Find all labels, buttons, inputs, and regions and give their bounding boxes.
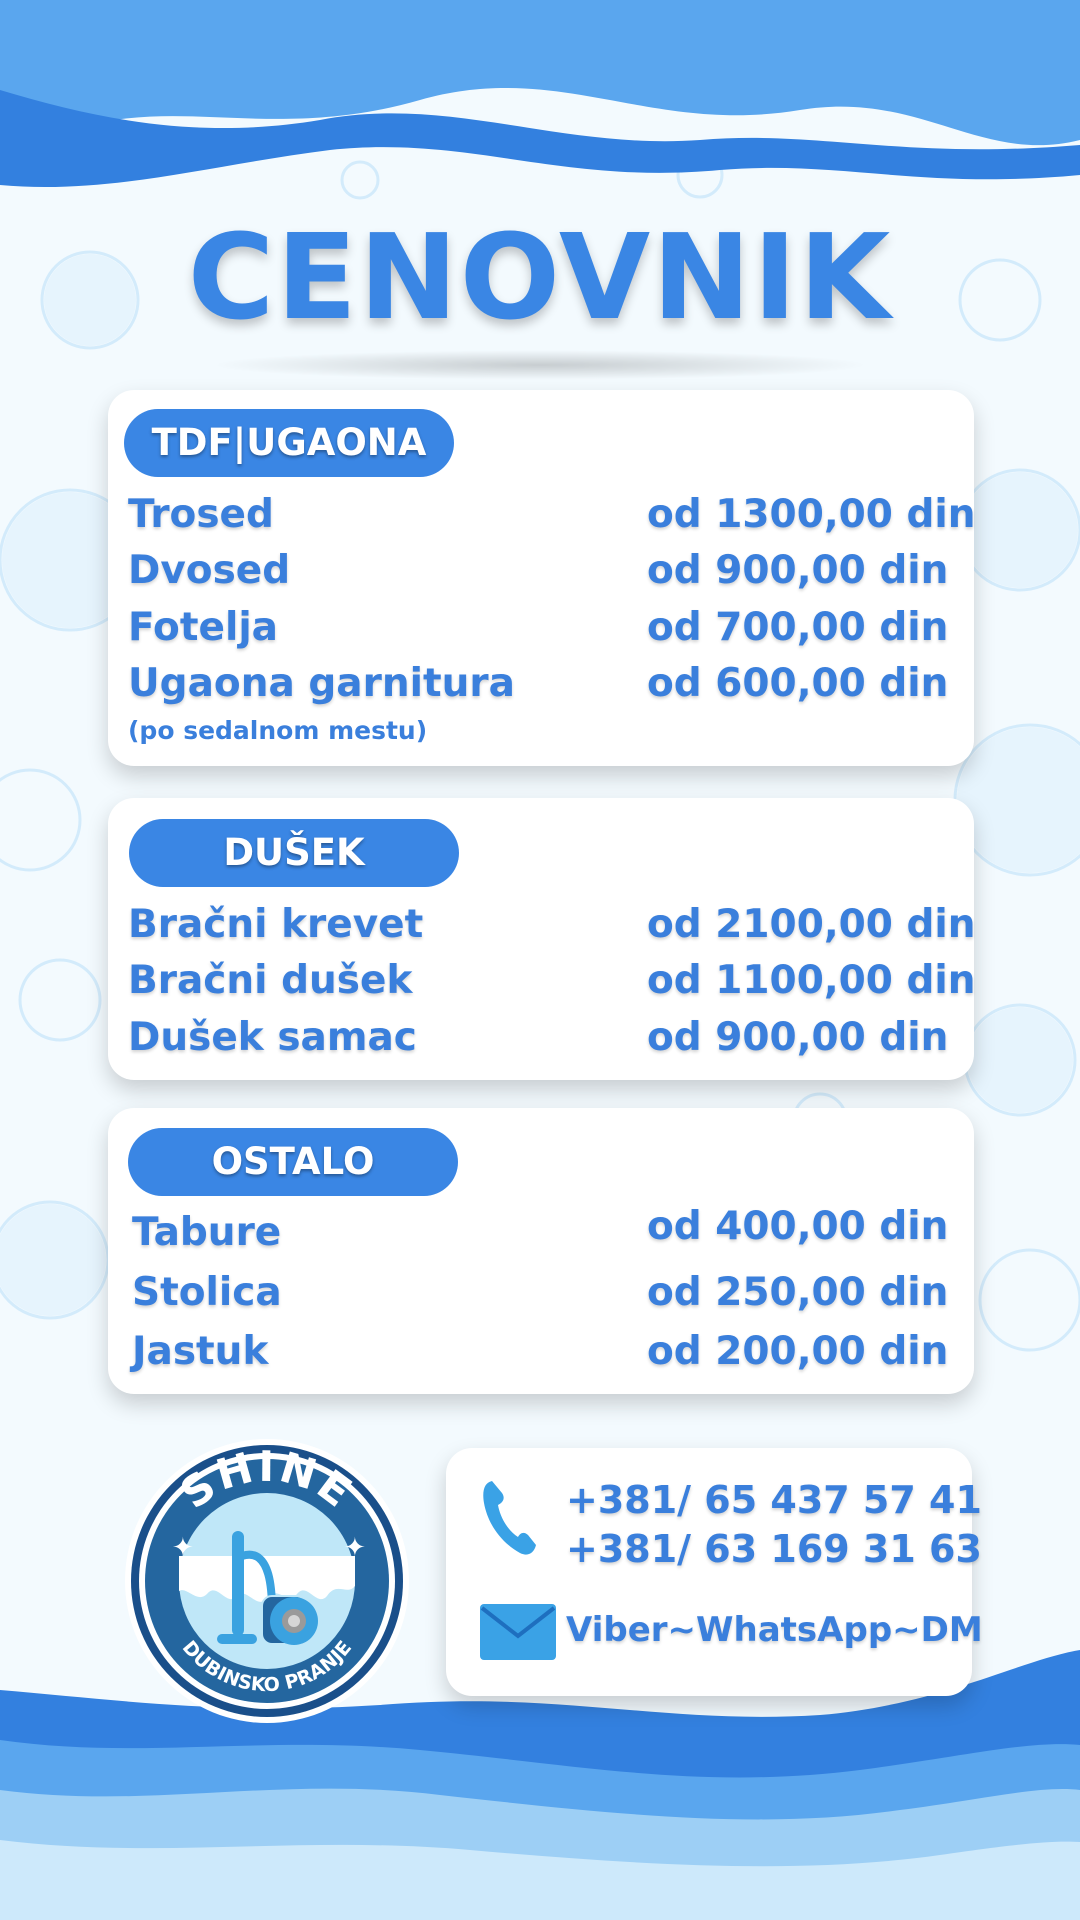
item-name: Jastuk <box>132 1329 269 1374</box>
phone-icon <box>483 1481 536 1555</box>
page-title: CENOVNIK <box>187 208 893 346</box>
item-price: od 1300,00 din <box>647 492 976 537</box>
item-name: Tabure <box>132 1210 282 1255</box>
item-note: (po sedalnom mestu) <box>128 716 428 745</box>
item-price: od 250,00 din <box>647 1270 949 1315</box>
item-price: od 700,00 din <box>647 605 949 650</box>
item-price: od 900,00 din <box>647 1015 949 1060</box>
phone-number[interactable]: +381/ 65 437 57 41 <box>566 1478 982 1522</box>
envelope-icon <box>480 1604 556 1660</box>
item-name: Ugaona garnitura <box>128 661 515 706</box>
item-name: Bračni dušek <box>128 958 413 1003</box>
title-shadow <box>210 350 870 380</box>
section-header-dusek: DUŠEK <box>129 819 459 887</box>
svg-text:✦: ✦ <box>344 1533 366 1563</box>
item-price: od 200,00 din <box>647 1329 949 1374</box>
item-name: Stolica <box>132 1270 282 1315</box>
item-price: od 2100,00 din <box>647 902 976 947</box>
item-name: Trosed <box>128 492 274 537</box>
item-price: od 1100,00 din <box>647 958 976 1003</box>
shine-logo: SHINE DUBINSKO PRANJE ✦ ✦ <box>125 1439 409 1723</box>
section-header-tdf-ugaona: TDF|UGAONA <box>124 409 454 477</box>
item-name: Dvosed <box>128 548 291 593</box>
item-price: od 900,00 din <box>647 548 949 593</box>
item-name: Dušek samac <box>128 1015 417 1060</box>
item-name: Fotelja <box>128 605 279 650</box>
messaging-channels: Viber~WhatsApp~DM <box>566 1610 983 1650</box>
section-header-ostalo: OSTALO <box>128 1128 458 1196</box>
item-name: Bračni krevet <box>128 902 424 947</box>
item-price: od 600,00 din <box>647 661 949 706</box>
svg-text:✦: ✦ <box>172 1533 194 1563</box>
item-price: od 400,00 din <box>647 1204 949 1249</box>
phone-number[interactable]: +381/ 63 169 31 63 <box>566 1527 982 1571</box>
